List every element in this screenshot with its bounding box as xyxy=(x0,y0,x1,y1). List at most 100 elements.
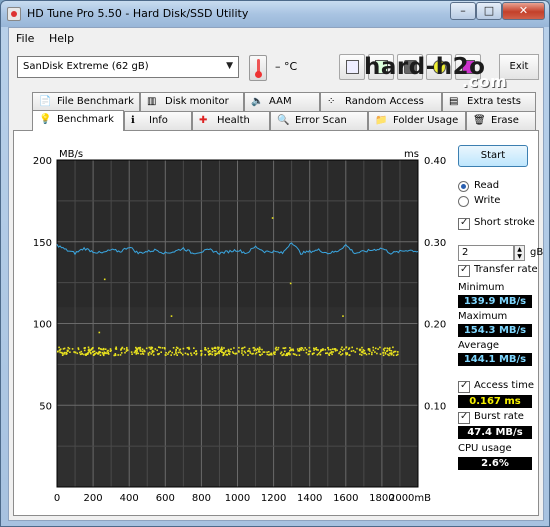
start-button[interactable]: Start xyxy=(458,145,528,167)
tab-info[interactable]: ℹ Info xyxy=(124,111,192,130)
tab-file-benchmark[interactable]: 📄 File Benchmark xyxy=(32,92,140,111)
burst-rate-checkbox[interactable] xyxy=(458,411,470,424)
short-stroke-spinner[interactable]: ▲ ▼ xyxy=(514,245,525,261)
tab-folder-usage[interactable]: 📁 Folder Usage xyxy=(368,111,466,130)
access-time-point xyxy=(80,350,83,353)
tab-benchmark[interactable]: 💡 Benchmark xyxy=(32,110,124,131)
average-label: Average xyxy=(458,340,500,351)
access-time-point xyxy=(311,352,314,355)
average-value: 144.1 MB/s xyxy=(458,353,532,366)
access-time-point xyxy=(88,348,90,351)
access-time-point xyxy=(182,347,185,350)
cpu-usage-value: 2.6% xyxy=(458,457,532,470)
access-time-point xyxy=(178,349,181,351)
access-time-point xyxy=(339,351,341,353)
tab-label: Disk monitor xyxy=(165,96,229,107)
access-time-point xyxy=(389,352,391,355)
maximize-button[interactable]: □ xyxy=(476,2,502,20)
menu-file[interactable]: File xyxy=(16,32,34,45)
access-time-point xyxy=(143,349,146,352)
menu-help[interactable]: Help xyxy=(49,32,74,45)
access-time-point xyxy=(253,346,255,349)
bar-chart-icon: ▥ xyxy=(147,96,157,107)
tab-label: AAM xyxy=(269,96,292,107)
access-time-checkbox[interactable] xyxy=(458,380,470,393)
access-time-point xyxy=(135,346,137,349)
access-time-point xyxy=(238,350,240,352)
access-time-point xyxy=(150,353,153,355)
access-time-point xyxy=(255,349,258,351)
access-time-point xyxy=(214,350,217,352)
access-time-point xyxy=(334,350,337,352)
access-time-point xyxy=(76,352,79,355)
access-time-point xyxy=(256,347,259,350)
access-time-point xyxy=(340,348,342,351)
access-time-point xyxy=(379,346,381,349)
tab-aam[interactable]: 🔈 AAM xyxy=(244,92,320,111)
access-time-point xyxy=(382,354,385,357)
access-time-point xyxy=(85,353,87,355)
access-time-point xyxy=(281,354,283,357)
tab-random-access[interactable]: ⁘ Random Access xyxy=(320,92,442,111)
access-time-point xyxy=(217,348,219,350)
access-time-point xyxy=(289,353,291,356)
access-time-point xyxy=(141,348,144,350)
access-time-point xyxy=(154,348,157,350)
access-time-point xyxy=(358,348,361,351)
access-time-point xyxy=(298,354,301,356)
access-time-point xyxy=(368,353,370,355)
minimize-button[interactable]: – xyxy=(450,2,476,20)
short-stroke-input[interactable]: 2 xyxy=(458,245,514,261)
access-time-point xyxy=(190,352,192,355)
access-time-point xyxy=(350,350,353,352)
access-time-point xyxy=(211,351,214,353)
read-radio[interactable] xyxy=(458,181,469,192)
watermark-sub: .com xyxy=(462,72,508,91)
access-time-point xyxy=(135,353,138,355)
access-time-point xyxy=(142,350,144,353)
access-time-point xyxy=(289,282,292,285)
access-time-point xyxy=(131,353,133,355)
access-time-point xyxy=(379,353,382,355)
access-time-point xyxy=(269,353,272,355)
app-window: HD Tune Pro 5.50 - Hard Disk/SSD Utility… xyxy=(0,0,550,527)
access-time-point xyxy=(279,352,282,355)
write-radio[interactable] xyxy=(458,196,469,207)
close-button[interactable]: ✕ xyxy=(502,2,545,20)
access-time-point xyxy=(139,346,142,349)
access-time-point xyxy=(156,349,158,352)
access-time-point xyxy=(63,347,66,350)
tab-error-scan[interactable]: 🔍 Error Scan xyxy=(270,111,368,130)
access-time-point xyxy=(282,347,285,349)
access-time-point xyxy=(384,351,387,354)
access-time-point xyxy=(57,350,59,353)
short-stroke-checkbox[interactable] xyxy=(458,217,470,230)
tab-disk-monitor[interactable]: ▥ Disk monitor xyxy=(140,92,244,111)
access-time-point xyxy=(209,350,211,352)
access-time-point xyxy=(331,348,334,350)
access-time-point xyxy=(221,351,224,354)
access-time-point xyxy=(348,347,351,349)
access-time-point xyxy=(241,350,243,352)
transfer-rate-checkbox[interactable] xyxy=(458,264,470,277)
drive-select[interactable]: SanDisk Extreme (62 gB) ▼ xyxy=(17,56,239,78)
tab-erase[interactable]: 🗑 Erase xyxy=(466,111,536,130)
access-time-point xyxy=(83,353,85,356)
title-bar[interactable]: HD Tune Pro 5.50 - Hard Disk/SSD Utility… xyxy=(1,1,549,27)
access-time-point xyxy=(89,352,92,354)
copy-text-button[interactable] xyxy=(339,54,365,80)
burst-rate-value: 47.4 MB/s xyxy=(458,426,532,439)
access-time-point xyxy=(66,352,68,355)
right-axis-unit: ms xyxy=(404,149,419,160)
access-time-point xyxy=(94,352,96,355)
access-time-point xyxy=(158,346,160,348)
access-time-point xyxy=(328,348,330,351)
access-time-point xyxy=(175,352,177,355)
x-tick: 800 xyxy=(192,493,211,504)
access-time-point xyxy=(390,350,393,352)
tab-health[interactable]: ✚ Health xyxy=(192,111,270,130)
access-time-point xyxy=(79,353,82,356)
tab-extra-tests[interactable]: ▤ Extra tests xyxy=(442,92,536,111)
access-time-point xyxy=(374,351,376,353)
access-time-point xyxy=(362,350,364,353)
